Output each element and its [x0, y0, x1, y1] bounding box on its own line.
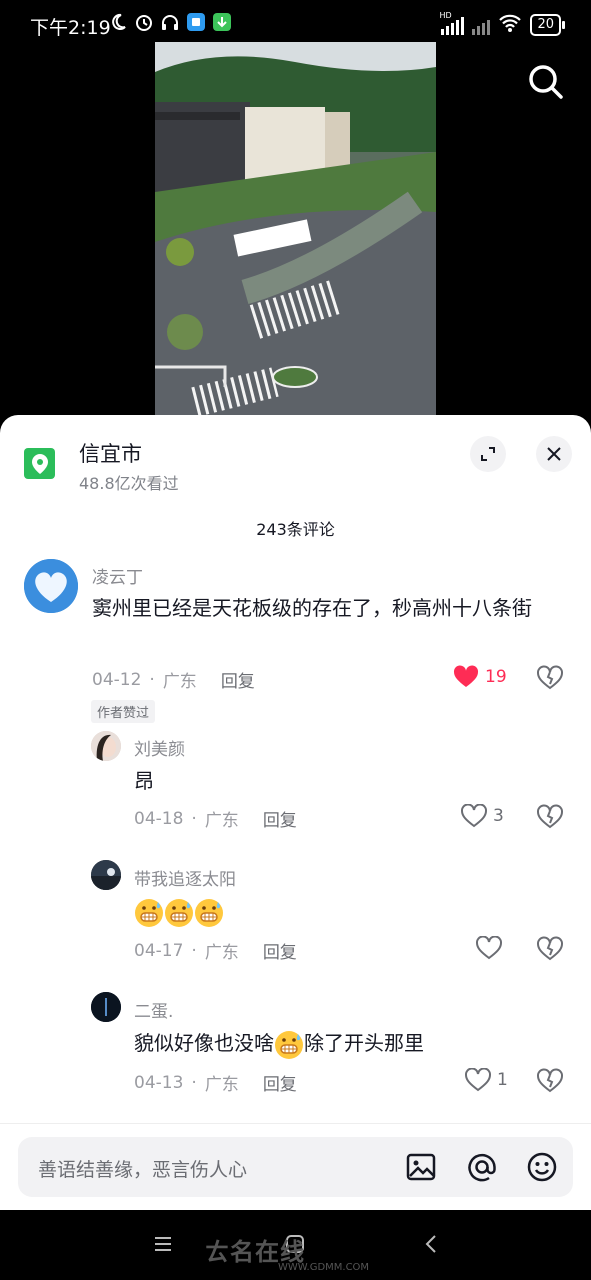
alarm-icon — [134, 12, 154, 32]
grimace-sweat-emoji — [165, 898, 193, 927]
back-icon — [425, 1235, 436, 1253]
network-label: HD — [439, 11, 452, 20]
app-notification-icon — [186, 12, 206, 32]
location-views: 48.8亿次看过 — [79, 474, 179, 493]
download-icon — [212, 12, 232, 32]
reply-date: 04-17 — [134, 940, 184, 961]
broken-heart-icon — [537, 936, 563, 961]
reply-region: 广东 — [204, 1075, 239, 1095]
reply-button[interactable]: 回复 — [221, 667, 255, 692]
battery-indicator: 20 — [530, 14, 565, 36]
reply-text-part: 貌似好像也没啥 — [134, 1031, 274, 1055]
heart-outline-icon — [465, 1068, 491, 1092]
dislike-button[interactable] — [537, 936, 563, 962]
comment-region: 广东 — [162, 672, 197, 692]
dark-avatar-image — [91, 992, 121, 1022]
expand-button[interactable] — [470, 436, 506, 472]
mention-button[interactable] — [465, 1150, 499, 1184]
author-liked-tag: 作者赞过 — [91, 700, 156, 723]
status-notification-icons — [108, 12, 232, 32]
heart-filled-icon — [453, 665, 479, 687]
reply-region: 广东 — [204, 811, 239, 831]
like-button[interactable]: 1 — [465, 1068, 508, 1092]
emoji-icon — [527, 1152, 557, 1182]
comment-username[interactable]: 凌云丁 — [92, 563, 143, 588]
close-icon — [547, 447, 561, 461]
emoji-button[interactable] — [525, 1150, 559, 1184]
search-button[interactable] — [526, 62, 566, 102]
broken-heart-icon — [537, 804, 563, 829]
reply-date: 04-13 — [134, 1072, 184, 1093]
heart-outline-icon — [461, 804, 487, 828]
reply-meta: 04-13 · 广东 回复 — [134, 1070, 297, 1096]
broken-heart-icon — [537, 1068, 563, 1093]
status-system-icons: HD 20 — [439, 11, 565, 37]
status-time: 下午2:19 — [30, 17, 111, 39]
reply-meta: 04-18 · 广东 回复 — [134, 806, 297, 832]
video-player[interactable] — [155, 42, 436, 415]
avatar[interactable] — [24, 559, 78, 613]
reply-button[interactable]: 回复 — [263, 1070, 297, 1095]
dislike-button[interactable] — [537, 804, 563, 830]
comment-date: 04-12 — [92, 669, 142, 690]
comment-input[interactable]: 善语结善缘，恶言伤人心 — [18, 1137, 573, 1197]
avatar[interactable] — [91, 731, 121, 761]
comment-input-bar: 善语结善缘，恶言伤人心 — [0, 1123, 591, 1211]
close-button[interactable] — [536, 436, 572, 472]
search-icon — [529, 65, 563, 99]
like-count: 3 — [493, 806, 504, 826]
reply-username[interactable]: 刘美颜 — [134, 735, 185, 760]
wifi-icon — [498, 13, 522, 37]
broken-heart-icon — [537, 665, 563, 690]
landscape-avatar-image — [91, 860, 121, 890]
reply-text-part: 除了开头那里 — [304, 1031, 424, 1055]
reply-username[interactable]: 带我追逐太阳 — [134, 865, 236, 890]
signal-no-sim-icon — [472, 15, 491, 35]
back-button[interactable] — [422, 1234, 442, 1258]
comment-input-placeholder: 善语结善缘，恶言伤人心 — [38, 1159, 248, 1181]
heart-outline-icon — [476, 936, 502, 960]
avatar[interactable] — [91, 860, 121, 890]
location-pin-icon — [24, 448, 55, 479]
location-title[interactable]: 信宜市 — [79, 438, 142, 468]
expand-icon — [481, 447, 495, 461]
comment-text: 窦州里已经是天花板级的存在了，秒高州十八条街 — [92, 596, 532, 620]
grimace-sweat-emoji — [195, 898, 223, 927]
comment-meta: 04-12 · 广东 回复 — [92, 667, 255, 693]
watermark-url: WWW.GDMM.COM — [278, 1262, 370, 1273]
at-icon — [468, 1153, 496, 1182]
reply-emoji-text — [134, 895, 224, 928]
like-button[interactable]: 3 — [461, 804, 504, 828]
moon-icon — [108, 12, 128, 32]
comment-panel: 信宜市 48.8亿次看过 243条评论 凌云丁 窦州里已经是天花板级的存在了，秒… — [0, 415, 591, 1210]
avatar[interactable] — [91, 992, 121, 1022]
like-button[interactable] — [476, 936, 502, 960]
signal-icon: HD — [439, 11, 465, 35]
grimace-sweat-emoji — [275, 1030, 303, 1059]
like-count: 1 — [497, 1070, 508, 1090]
reply-region: 广东 — [204, 943, 239, 963]
reply-username[interactable]: 二蛋. — [134, 997, 173, 1022]
system-nav-bar: ㄊ名在线 WWW.GDMM.COM — [0, 1210, 591, 1280]
comment-count: 243条评论 — [256, 520, 335, 539]
menu-icon — [155, 1237, 171, 1251]
dislike-button[interactable] — [537, 1068, 563, 1094]
reply-text: 貌似好像也没啥 除了开头那里 — [134, 1027, 424, 1060]
video-frame-image — [155, 42, 436, 415]
portrait-avatar-image — [91, 731, 121, 761]
like-button[interactable]: 19 — [453, 665, 507, 689]
reply-text: 昂 — [134, 769, 154, 793]
image-icon — [406, 1153, 436, 1181]
dislike-button[interactable] — [537, 665, 563, 691]
reply-button[interactable]: 回复 — [263, 938, 297, 963]
cloud-heart-avatar-image — [24, 559, 78, 613]
like-count: 19 — [485, 667, 507, 687]
headphone-icon — [160, 12, 180, 32]
reply-date: 04-18 — [134, 808, 184, 829]
menu-button[interactable] — [153, 1234, 173, 1258]
image-button[interactable] — [404, 1150, 438, 1184]
grimace-sweat-emoji — [135, 898, 163, 927]
reply-meta: 04-17 · 广东 回复 — [134, 938, 297, 964]
reply-button[interactable]: 回复 — [263, 806, 297, 831]
